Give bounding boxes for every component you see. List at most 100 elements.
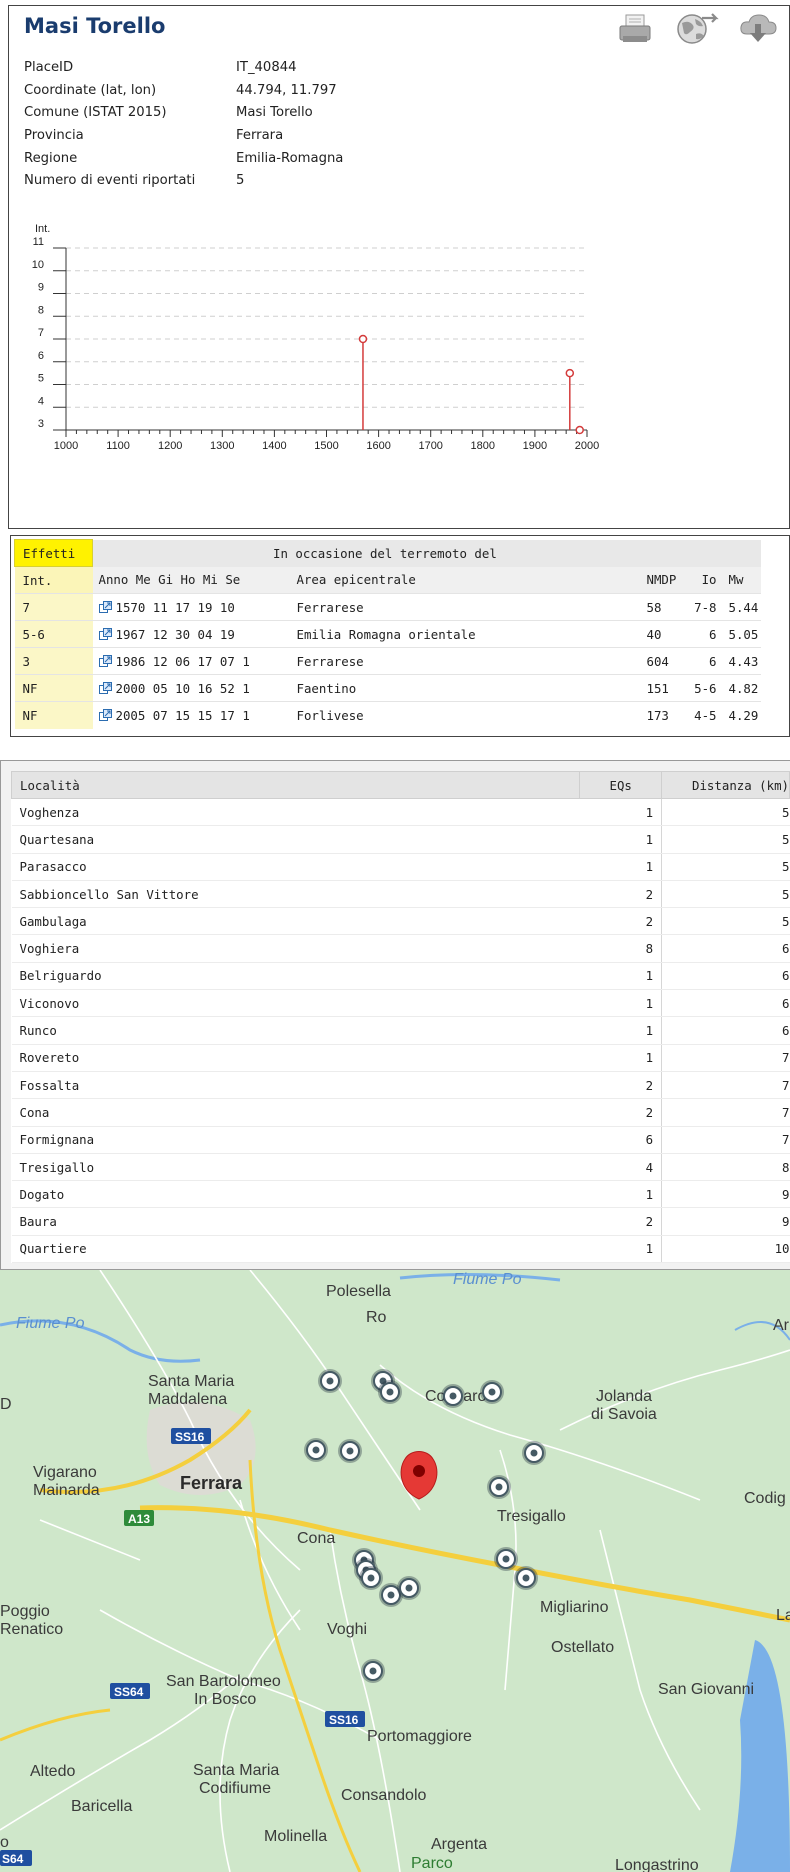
table-row[interactable]: Voghiera 8 6 bbox=[11, 934, 790, 963]
eq-count: 1 bbox=[579, 962, 662, 991]
download-icon[interactable] bbox=[738, 12, 777, 46]
eq-count: 1 bbox=[579, 989, 662, 1018]
chart-data-point[interactable] bbox=[565, 368, 575, 378]
locality-marker[interactable] bbox=[338, 1439, 362, 1463]
locality-marker[interactable] bbox=[480, 1380, 504, 1404]
info-row: Regione Emilia-Romagna bbox=[24, 147, 343, 170]
nmdp-value: 40 bbox=[638, 620, 679, 648]
info-label: PlaceID bbox=[24, 59, 74, 75]
globe-icon[interactable] bbox=[674, 12, 719, 46]
intensity-history-chart: Int. 3 4 5 6 7 8 9 10 11 1000 1100 1200 1300 1400 1500 1… bbox=[32, 223, 599, 452]
col-area: Area epicentrale bbox=[288, 566, 639, 594]
map-label-poggio: Poggio bbox=[0, 1603, 50, 1620]
map-canvas[interactable]: Polesella Ro Fiume Po Fiume Po Santa Mar… bbox=[0, 1270, 790, 1872]
mw-value: 4.29 bbox=[720, 701, 761, 729]
table-row[interactable]: Rovereto 1 7 bbox=[11, 1044, 790, 1072]
col-eqs[interactable]: EQs bbox=[579, 771, 663, 799]
event-header: In occasione del terremoto del bbox=[92, 539, 761, 567]
distance-km: 10 bbox=[661, 1235, 790, 1264]
chart-ytick-label: 10 bbox=[32, 259, 44, 271]
locality-marker[interactable] bbox=[359, 1566, 383, 1590]
mw-value: 5.44 bbox=[720, 593, 761, 621]
effects-row: 3 1986 12 06 17 07 1 Ferrarese 604 6 4.43 bbox=[14, 647, 761, 675]
external-link-icon[interactable] bbox=[98, 681, 112, 694]
chart-xtick-label: 1900 bbox=[523, 440, 547, 452]
chart-xtick-label: 1100 bbox=[106, 440, 130, 452]
locality-marker[interactable] bbox=[522, 1441, 546, 1465]
table-row[interactable]: Parasacco 1 5 bbox=[11, 853, 790, 881]
col-nmdp: NMDP bbox=[638, 566, 679, 594]
map-label-di-savoia: di Savoia bbox=[591, 1406, 657, 1423]
table-row[interactable]: Sabbioncello San Vittore 2 5 bbox=[11, 880, 790, 909]
table-row[interactable]: Fossalta 2 7 bbox=[11, 1071, 790, 1100]
effects-panel: Effetti In occasione del terremoto del I… bbox=[10, 535, 790, 737]
locality-name: Rovereto bbox=[11, 1044, 580, 1072]
map-view[interactable]: Polesella Ro Fiume Po Fiume Po Santa Mar… bbox=[0, 1270, 790, 1872]
epicentral-area: Faentino bbox=[288, 674, 639, 702]
chart-xtick-label: 2000 bbox=[575, 440, 599, 452]
locality-marker[interactable] bbox=[514, 1566, 538, 1590]
info-value: IT_40844 bbox=[236, 59, 297, 75]
eq-count: 2 bbox=[579, 1071, 662, 1100]
info-row: Numero di eventi riportati 5 bbox=[24, 169, 343, 192]
event-date-text[interactable]: 2000 05 10 16 52 1 bbox=[116, 681, 250, 696]
locality-name: Quartesana bbox=[11, 825, 580, 854]
event-date: 1967 12 30 04 19 bbox=[92, 620, 289, 648]
col-mw: Mw bbox=[720, 566, 761, 594]
col-distanza[interactable]: Distanza (km) bbox=[661, 771, 790, 799]
info-value: Ferrara bbox=[236, 127, 284, 143]
table-row[interactable]: Tresigallo 4 8 bbox=[11, 1153, 790, 1182]
map-land bbox=[0, 1270, 790, 1872]
effects-row: 7 1570 11 17 19 10 Ferrarese 58 7-8 5.44 bbox=[14, 593, 761, 621]
table-row[interactable]: Quartiere 1 10 bbox=[11, 1235, 790, 1264]
table-row[interactable]: Dogato 1 9 bbox=[11, 1180, 790, 1209]
map-label-a13: A13 bbox=[128, 1512, 150, 1526]
col-localita[interactable]: Località bbox=[10, 771, 581, 799]
info-label: Provincia bbox=[24, 127, 84, 143]
locality-name: Voghenza bbox=[11, 798, 580, 827]
event-date-text[interactable]: 1570 11 17 19 10 bbox=[116, 600, 235, 615]
chart-xtick-label: 1200 bbox=[158, 440, 182, 452]
table-row[interactable]: Baura 2 9 bbox=[11, 1207, 790, 1236]
eq-count: 1 bbox=[579, 1235, 662, 1264]
chart-xtick-label: 1800 bbox=[471, 440, 495, 452]
external-link-icon[interactable] bbox=[98, 708, 112, 721]
table-row[interactable]: Voghenza 1 5 bbox=[11, 798, 790, 827]
external-link-icon[interactable] bbox=[98, 654, 112, 667]
table-row[interactable]: Formignana 6 7 bbox=[11, 1126, 790, 1154]
external-link-icon[interactable] bbox=[98, 627, 112, 640]
locality-marker[interactable] bbox=[441, 1384, 465, 1408]
external-link-icon[interactable] bbox=[98, 600, 112, 613]
table-row[interactable]: Viconovo 1 6 bbox=[11, 989, 790, 1018]
event-date-text[interactable]: 2005 07 15 15 17 1 bbox=[116, 708, 250, 723]
chart-ytick-label: 9 bbox=[38, 282, 44, 294]
locality-marker[interactable] bbox=[378, 1380, 402, 1404]
table-row[interactable]: Quartesana 1 5 bbox=[11, 825, 790, 854]
effects-table: Effetti In occasione del terremoto del I… bbox=[14, 539, 761, 729]
event-date-text[interactable]: 1967 12 30 04 19 bbox=[116, 627, 235, 642]
locality-marker[interactable] bbox=[361, 1659, 385, 1683]
eq-count: 1 bbox=[579, 1044, 662, 1072]
nmdp-value: 173 bbox=[638, 701, 679, 729]
locality-marker[interactable] bbox=[397, 1576, 421, 1600]
locality-marker[interactable] bbox=[487, 1475, 511, 1499]
table-row[interactable]: Gambulaga 2 5 bbox=[11, 907, 790, 936]
locality-marker[interactable] bbox=[318, 1369, 342, 1393]
locality-name: Sabbioncello San Vittore bbox=[11, 880, 580, 909]
distance-km: 5 bbox=[661, 880, 790, 909]
distance-km: 6 bbox=[661, 962, 790, 991]
table-row[interactable]: Belriguardo 1 6 bbox=[11, 962, 790, 991]
event-date-text[interactable]: 1986 12 06 17 07 1 bbox=[116, 654, 250, 669]
print-icon[interactable] bbox=[617, 12, 653, 46]
chart-data-point[interactable] bbox=[575, 425, 584, 435]
locality-name: Fossalta bbox=[11, 1071, 580, 1100]
locality-marker[interactable] bbox=[494, 1547, 518, 1571]
chart-data-point[interactable] bbox=[358, 334, 368, 344]
table-row[interactable]: Cona 2 7 bbox=[11, 1098, 790, 1127]
info-label: Numero di eventi riportati bbox=[24, 173, 196, 189]
effects-row: NF 2000 05 10 16 52 1 Faentino 151 5-6 4.82 bbox=[14, 674, 761, 702]
table-row[interactable]: Runco 1 6 bbox=[11, 1016, 790, 1045]
locality-marker[interactable] bbox=[304, 1438, 328, 1462]
eq-count: 4 bbox=[579, 1153, 662, 1182]
distance-km: 6 bbox=[661, 989, 790, 1018]
